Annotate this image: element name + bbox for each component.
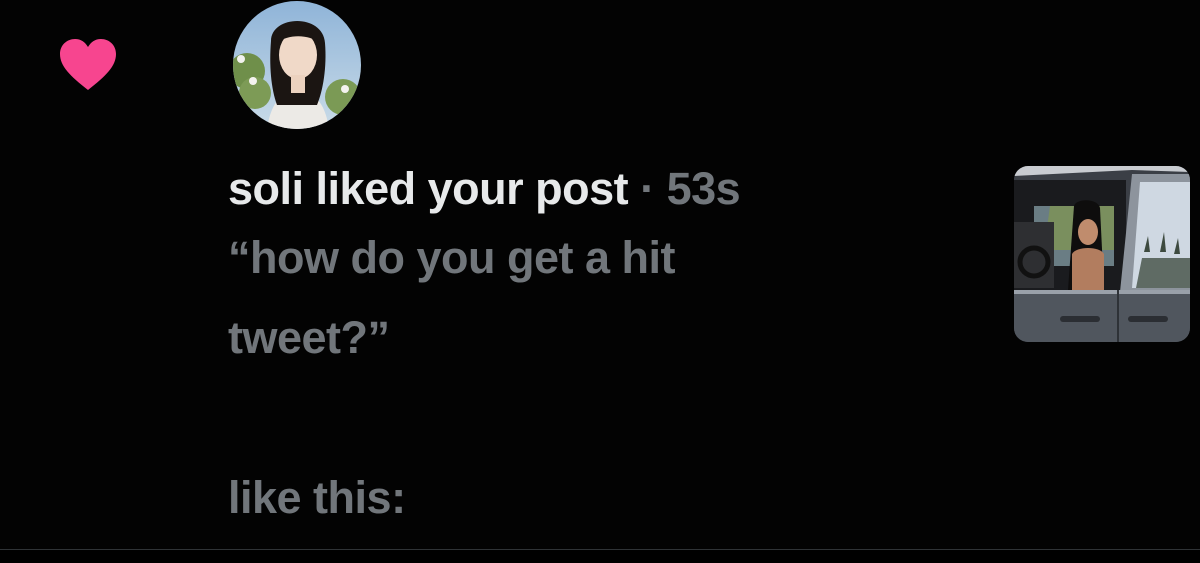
- post-preview-text: “how do you get a hit tweet?” like this:: [228, 232, 675, 523]
- separator-dot: ·: [628, 163, 667, 214]
- heart-icon: [58, 38, 118, 92]
- action-text: liked your post: [303, 163, 629, 214]
- actor-name[interactable]: soli: [228, 163, 304, 214]
- timestamp: 53s: [666, 163, 741, 214]
- post-media-thumbnail[interactable]: [1014, 166, 1190, 342]
- notification-text: soli liked your post · 53s “how do you g…: [228, 160, 988, 538]
- notification-divider: [0, 549, 1200, 550]
- like-notification[interactable]: soli liked your post · 53s “how do you g…: [0, 0, 1200, 549]
- avatar[interactable]: [233, 1, 361, 129]
- notification-headline: soli liked your post · 53s: [228, 160, 988, 218]
